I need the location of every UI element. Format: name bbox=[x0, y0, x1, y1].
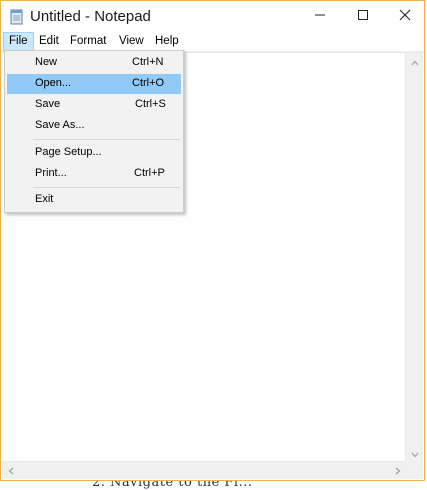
menu-item-save[interactable]: Save Ctrl+S bbox=[7, 95, 181, 115]
menu-item-label: Print... bbox=[35, 167, 67, 179]
menu-item-new[interactable]: New Ctrl+N bbox=[7, 53, 181, 73]
menu-bar: File Edit Format View Help bbox=[1, 32, 424, 52]
chevron-left-icon bbox=[8, 462, 14, 480]
maximize-icon bbox=[357, 8, 369, 26]
background-text: 2. Navigate to the Fi... bbox=[92, 481, 253, 490]
close-icon bbox=[399, 8, 411, 26]
vertical-scrollbar[interactable] bbox=[405, 53, 423, 462]
menu-item-shortcut: Ctrl+N bbox=[132, 56, 164, 68]
notepad-app-icon bbox=[9, 9, 25, 25]
menu-item-label: New bbox=[35, 56, 58, 68]
scroll-right-button[interactable] bbox=[389, 462, 406, 479]
minimize-button[interactable] bbox=[297, 1, 342, 32]
menu-item-save-as[interactable]: Save As... bbox=[7, 116, 181, 136]
menu-edit[interactable]: Edit bbox=[34, 32, 64, 51]
menu-format[interactable]: Format bbox=[65, 32, 111, 51]
menu-item-open[interactable]: Open... Ctrl+O bbox=[7, 74, 181, 94]
maximize-button[interactable] bbox=[340, 1, 385, 32]
scroll-down-button[interactable] bbox=[406, 445, 423, 462]
menu-item-shortcut: Ctrl+O bbox=[132, 77, 165, 89]
scroll-left-button[interactable] bbox=[2, 462, 19, 479]
menu-item-label: Open... bbox=[35, 77, 72, 89]
title-bar[interactable]: Untitled - Notepad bbox=[1, 1, 424, 32]
scrollbar-corner bbox=[406, 462, 423, 479]
menu-item-label: Exit bbox=[35, 193, 54, 205]
menu-item-label: Save bbox=[35, 98, 61, 110]
menu-item-print[interactable]: Print... Ctrl+P bbox=[7, 164, 181, 184]
background-document-fragment: 2. Navigate to the Fi... bbox=[0, 481, 427, 490]
menu-separator bbox=[33, 139, 180, 140]
menu-separator bbox=[33, 187, 180, 188]
menu-item-label: Save As... bbox=[35, 119, 85, 131]
file-menu-dropdown: New Ctrl+N Open... Ctrl+O Save Ctrl+S Sa… bbox=[4, 50, 184, 213]
minimize-icon bbox=[314, 8, 326, 26]
menu-item-exit[interactable]: Exit bbox=[7, 190, 181, 210]
menu-item-shortcut: Ctrl+P bbox=[134, 167, 165, 179]
menu-help[interactable]: Help bbox=[150, 32, 184, 51]
chevron-right-icon bbox=[395, 462, 401, 480]
menu-file[interactable]: File bbox=[3, 32, 34, 51]
chevron-up-icon bbox=[411, 53, 419, 71]
window-title: Untitled - Notepad bbox=[30, 8, 151, 25]
close-button[interactable] bbox=[382, 1, 427, 32]
chevron-down-icon bbox=[411, 445, 419, 463]
notepad-window: Untitled - Notepad File Edit Format View… bbox=[0, 0, 425, 481]
scroll-up-button[interactable] bbox=[406, 53, 423, 70]
horizontal-scrollbar[interactable] bbox=[2, 461, 406, 479]
menu-item-shortcut: Ctrl+S bbox=[135, 98, 166, 110]
menu-item-label: Page Setup... bbox=[35, 146, 102, 158]
menu-item-page-setup[interactable]: Page Setup... bbox=[7, 143, 181, 163]
menu-view[interactable]: View bbox=[114, 32, 149, 51]
